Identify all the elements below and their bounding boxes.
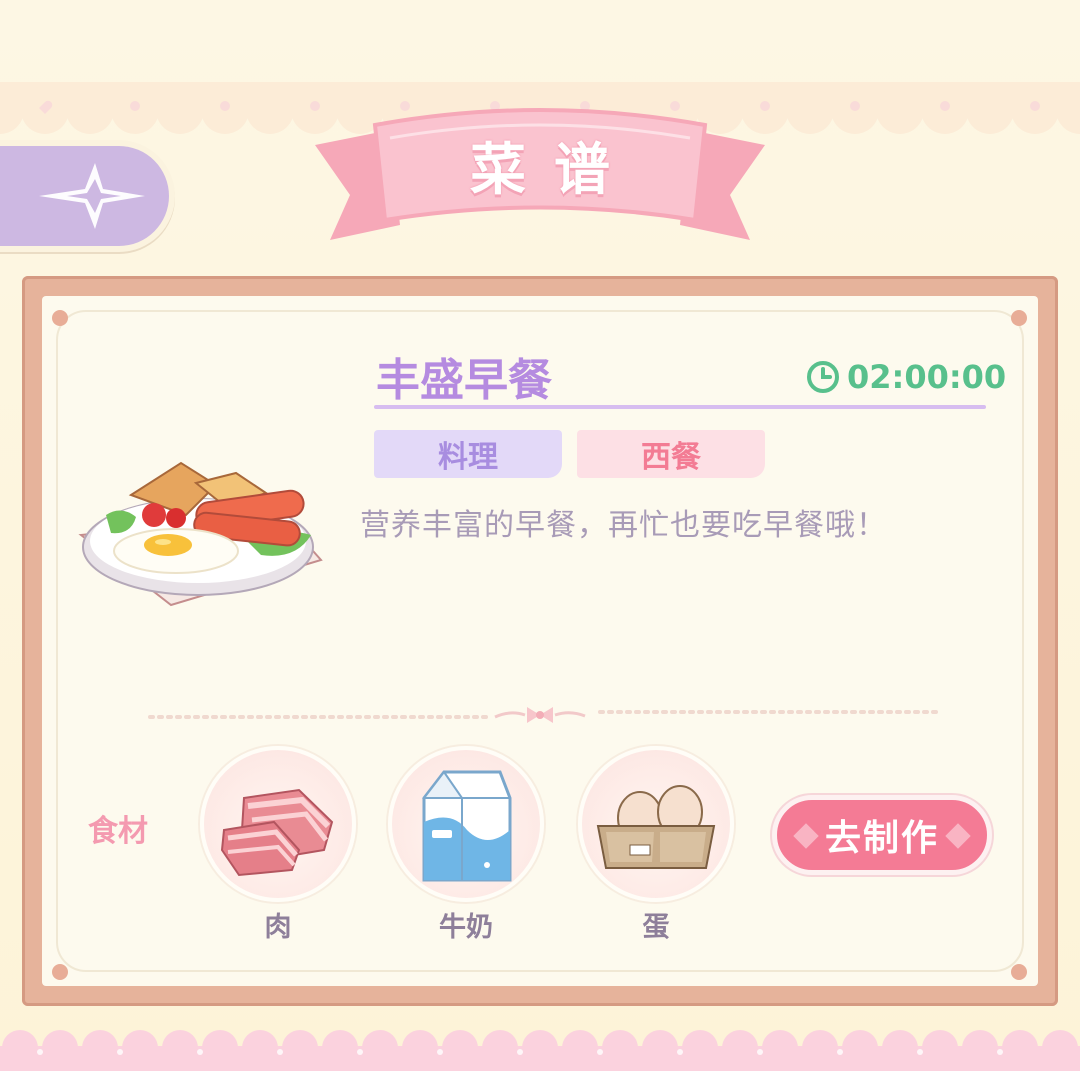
meat-icon	[220, 788, 334, 877]
clock-icon	[807, 361, 839, 393]
milk-carton-icon	[421, 770, 512, 882]
ingredient-milk[interactable]	[388, 746, 544, 902]
page-title: 菜谱	[470, 138, 638, 203]
timer-value: 02:00:00	[847, 358, 1007, 396]
corner-dot	[52, 310, 68, 326]
ingredient-meat-label: 肉	[264, 912, 292, 943]
ingredient-milk-label: 牛奶	[439, 912, 493, 943]
breakfast-plate-icon	[78, 461, 323, 607]
corner-dot	[1011, 310, 1027, 326]
title-underline	[374, 405, 986, 409]
make-button-label: 去制作	[824, 818, 939, 859]
diamond-decoration	[945, 823, 971, 849]
bottom-lace-border	[0, 1030, 1080, 1071]
recipe-description: 营养丰富的早餐，再忙也要吃早餐哦！	[360, 508, 887, 543]
cook-timer: 02:00:00	[805, 358, 1006, 396]
ingredient-egg[interactable]	[578, 746, 734, 902]
make-button[interactable]: 去制作	[772, 795, 992, 875]
dotted-bow-divider	[148, 707, 942, 723]
corner-dot	[1011, 964, 1027, 980]
egg-carton-icon	[596, 785, 716, 869]
tag-category: 料理	[374, 430, 562, 478]
corner-dot	[52, 964, 68, 980]
ingredient-meat[interactable]	[200, 746, 356, 902]
recipe-name: 丰盛早餐	[376, 355, 552, 406]
tag-cuisine: 西餐	[577, 430, 765, 478]
diamond-decoration	[793, 823, 819, 849]
ingredient-egg-label: 蛋	[642, 912, 670, 943]
ingredients-label: 食材	[88, 814, 148, 849]
